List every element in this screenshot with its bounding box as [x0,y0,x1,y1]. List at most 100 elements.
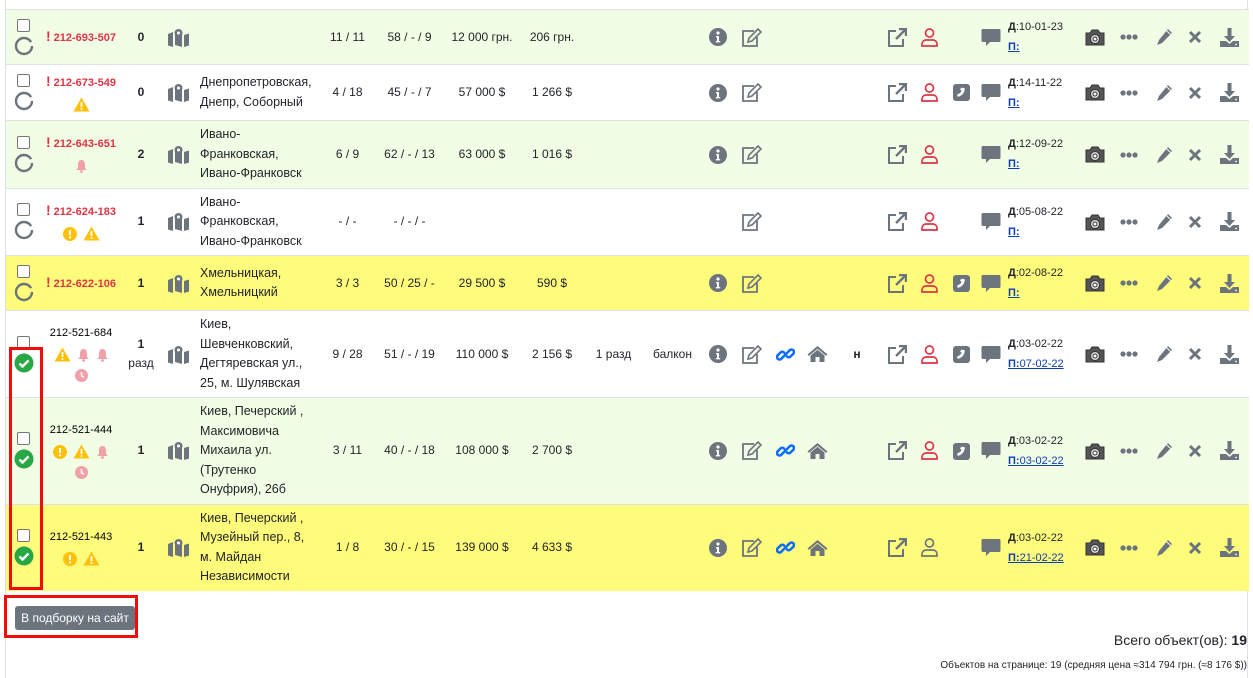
download-icon[interactable] [1219,27,1239,47]
external-link-icon[interactable] [887,441,907,461]
edit-note-icon[interactable] [741,441,762,461]
home-icon[interactable] [807,539,828,556]
date-p-link[interactable]: П: [1008,226,1020,238]
camera-icon[interactable] [1085,539,1105,556]
object-id[interactable]: 212-521-684 [50,327,112,339]
comment-icon[interactable] [981,213,1001,231]
more-icon[interactable] [1119,30,1138,44]
pencil-icon[interactable] [1155,539,1173,556]
link-icon[interactable] [775,540,795,554]
external-link-icon[interactable] [887,83,907,103]
comment-icon[interactable] [981,145,1001,163]
edit-note-icon[interactable] [741,144,762,164]
external-link-icon[interactable] [887,538,907,558]
download-icon[interactable] [1219,144,1239,164]
delete-icon[interactable] [1188,276,1202,290]
download-icon[interactable] [1219,273,1239,293]
camera-icon[interactable] [1085,346,1105,363]
map-icon[interactable] [168,84,189,103]
row-checkbox[interactable] [17,203,30,217]
row-checkbox[interactable] [17,135,30,149]
more-icon[interactable] [1119,443,1138,457]
object-id[interactable]: ! 212-622-106 [46,274,116,290]
map-icon[interactable] [168,442,189,461]
delete-icon[interactable] [1188,540,1202,554]
pencil-icon[interactable] [1155,214,1173,231]
pencil-icon[interactable] [1155,29,1173,46]
comment-icon[interactable] [981,345,1001,363]
comment-icon[interactable] [981,442,1001,460]
more-icon[interactable] [1119,214,1138,228]
camera-icon[interactable] [1085,84,1105,101]
date-p-link[interactable]: П: [1008,41,1020,53]
edit-note-icon[interactable] [741,83,762,103]
edit-note-icon[interactable] [741,27,762,47]
delete-icon[interactable] [1188,30,1202,44]
pencil-icon[interactable] [1155,146,1173,163]
user-icon[interactable] [921,83,938,103]
comment-icon[interactable] [981,84,1001,102]
phone-icon[interactable] [952,84,970,102]
comment-icon[interactable] [981,539,1001,557]
map-icon[interactable] [168,274,189,293]
info-icon[interactable] [708,28,727,47]
more-icon[interactable] [1119,347,1138,361]
object-id[interactable]: ! 212-643-651 [46,134,116,150]
map-icon[interactable] [168,213,189,232]
object-id[interactable]: ! 212-693-507 [46,28,116,44]
delete-icon[interactable] [1188,147,1202,161]
external-link-icon[interactable] [887,144,907,164]
map-icon[interactable] [168,539,189,558]
row-checkbox[interactable] [17,18,30,32]
date-p-link[interactable]: П:07-02-22 [1008,358,1064,370]
external-link-icon[interactable] [887,344,907,364]
object-id[interactable]: ! 212-673-549 [46,73,116,89]
delete-icon[interactable] [1188,85,1202,99]
download-icon[interactable] [1219,83,1239,103]
info-icon[interactable] [708,442,727,461]
download-icon[interactable] [1219,212,1239,232]
phone-icon[interactable] [952,442,970,460]
delete-icon[interactable] [1188,347,1202,361]
download-icon[interactable] [1219,538,1239,558]
download-icon[interactable] [1219,441,1239,461]
camera-icon[interactable] [1085,29,1105,46]
date-p-link[interactable]: П: [1008,287,1020,299]
link-icon[interactable] [775,346,795,361]
edit-note-icon[interactable] [741,273,762,293]
external-link-icon[interactable] [887,273,907,293]
info-icon[interactable] [708,274,727,293]
more-icon[interactable] [1119,276,1138,290]
user-icon[interactable] [921,441,938,461]
external-link-icon[interactable] [887,212,907,232]
delete-icon[interactable] [1188,443,1202,458]
map-icon[interactable] [168,345,189,364]
camera-icon[interactable] [1085,146,1105,163]
info-icon[interactable] [708,145,727,164]
pencil-icon[interactable] [1155,443,1173,460]
user-icon[interactable] [921,145,938,164]
comment-icon[interactable] [981,28,1001,46]
link-icon[interactable] [775,443,795,458]
pencil-icon[interactable] [1155,346,1173,363]
row-checkbox[interactable] [17,264,30,278]
info-icon[interactable] [708,345,727,364]
phone-icon[interactable] [952,345,970,363]
info-icon[interactable] [708,538,727,557]
edit-note-icon[interactable] [741,538,762,558]
edit-note-icon[interactable] [741,212,762,232]
phone-icon[interactable] [952,274,970,292]
date-p-link[interactable]: П: [1008,158,1020,170]
user-icon[interactable] [921,27,938,47]
row-checkbox[interactable] [17,74,30,87]
date-p-link[interactable]: П:03-02-22 [1008,455,1064,467]
camera-icon[interactable] [1085,214,1105,231]
date-p-link[interactable]: П:21-02-22 [1008,552,1064,564]
camera-icon[interactable] [1085,275,1105,292]
more-icon[interactable] [1119,147,1138,161]
add-to-site-selection-button[interactable]: В подборку на сайт [15,606,135,630]
more-icon[interactable] [1119,540,1138,554]
user-icon[interactable] [921,344,938,364]
date-p-link[interactable]: П: [1008,97,1020,109]
object-id[interactable]: 212-521-443 [50,531,112,543]
